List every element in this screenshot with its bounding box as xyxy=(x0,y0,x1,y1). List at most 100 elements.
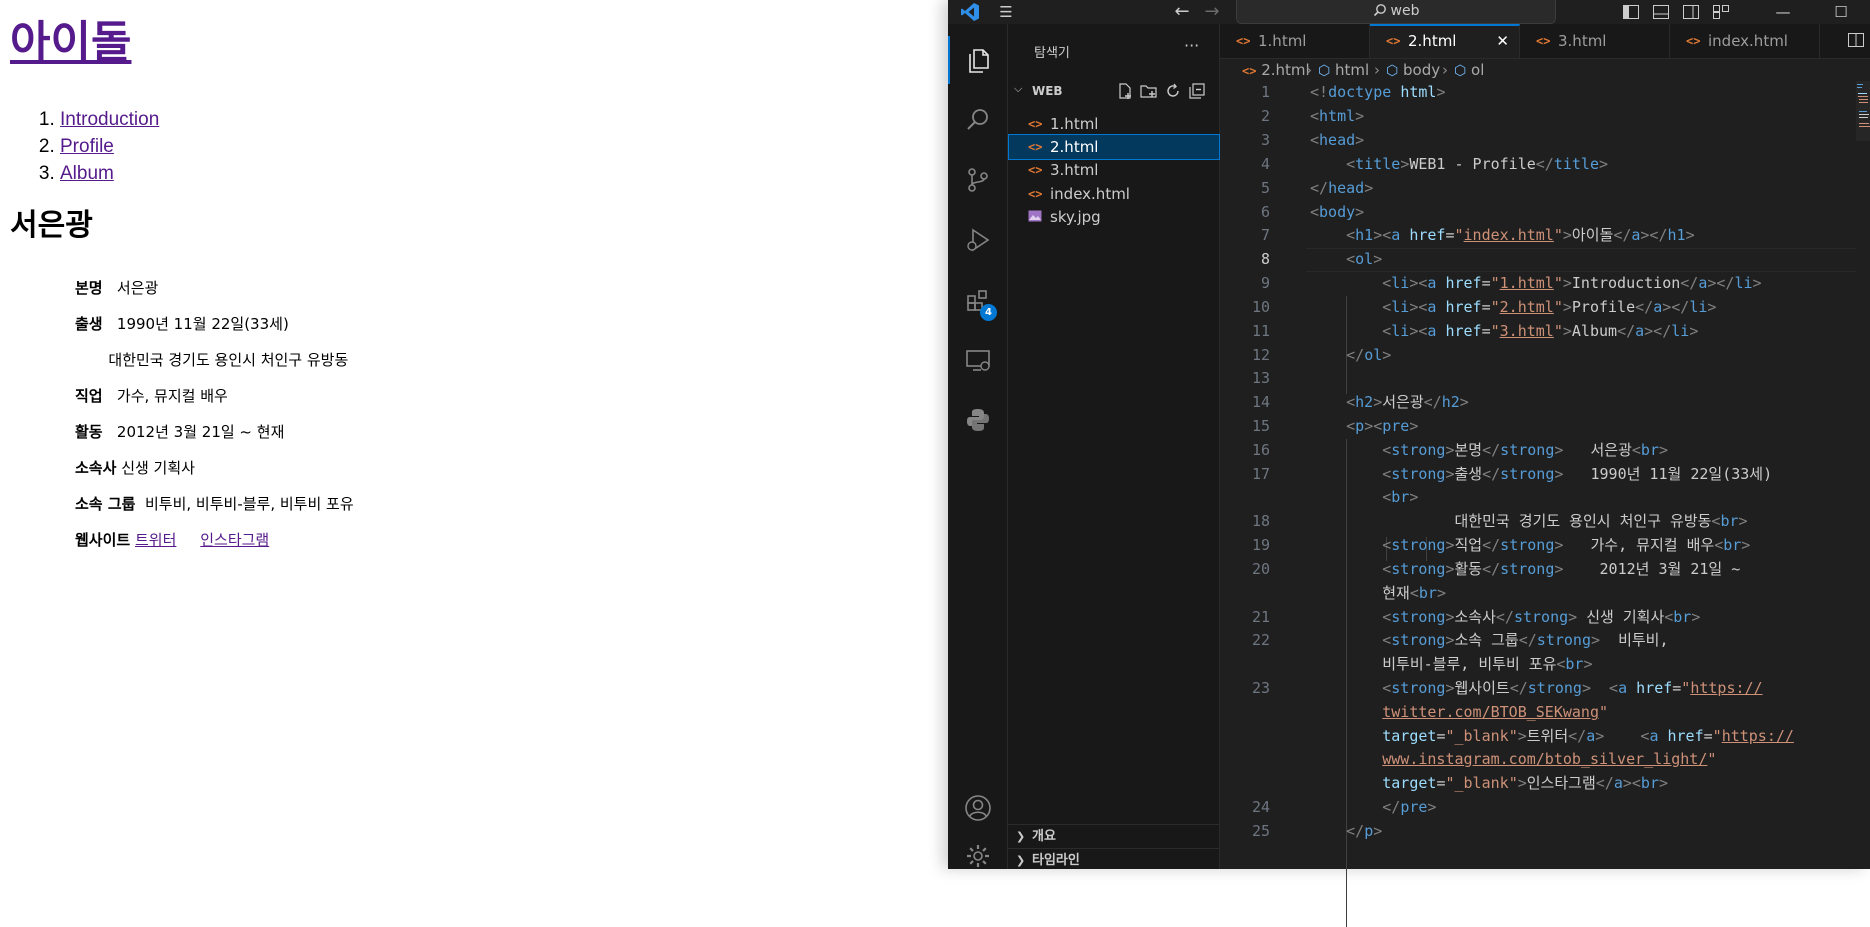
html-file-icon: <> xyxy=(1536,34,1551,48)
extensions-activity[interactable]: 4 xyxy=(948,276,1008,324)
customize-layout-icon[interactable] xyxy=(1710,0,1732,24)
code-text: 트위터 xyxy=(1526,727,1569,745)
code-link[interactable]: 2.html xyxy=(1500,298,1554,316)
minimize-icon[interactable]: — xyxy=(1768,0,1798,24)
editor-area: <> 1.html <> 2.html ✕ <> 3.html <> index.html… xyxy=(1220,24,1870,927)
split-editor-icon[interactable] xyxy=(1848,32,1864,52)
accounts-activity[interactable] xyxy=(948,784,1008,832)
nav-link-introduction[interactable]: Introduction xyxy=(60,109,159,130)
breadcrumb-body[interactable]: ⬡ body xyxy=(1386,59,1440,82)
image-file-icon xyxy=(1028,204,1042,230)
instagram-link[interactable]: 인스타그램 xyxy=(200,531,269,549)
tab-label: 3.html xyxy=(1558,32,1607,50)
new-folder-icon[interactable] xyxy=(1140,82,1158,100)
profile-row-birth: 출생 1990년 11월 22일(33세) xyxy=(75,306,354,342)
explorer-activity[interactable] xyxy=(948,36,1008,84)
chevron-right-icon: › xyxy=(1442,61,1448,79)
code-line: 현재<br> xyxy=(1382,584,1446,602)
line-number: 22 xyxy=(1251,631,1270,649)
heading-link[interactable]: 아이돌 xyxy=(10,17,131,68)
forward-arrow-icon[interactable]: → xyxy=(1200,0,1224,24)
code-link[interactable]: 3.html xyxy=(1500,322,1554,340)
code-link[interactable]: 1.html xyxy=(1500,274,1554,292)
tab-2-html[interactable]: <> 2.html ✕ xyxy=(1370,24,1520,58)
birth-value: 1990년 11월 22일(33세) xyxy=(116,315,289,333)
code-line: <strong>소속사</strong> 신생 기획사<br> xyxy=(1382,608,1701,626)
line-number: 25 xyxy=(1251,822,1270,840)
nav-link-profile[interactable]: Profile xyxy=(60,136,114,157)
group-label: 소속 그룹 xyxy=(75,495,136,513)
tab-3-html[interactable]: <> 3.html xyxy=(1520,24,1670,58)
toggle-primary-sidebar-icon[interactable] xyxy=(1620,0,1642,24)
back-arrow-icon[interactable]: ← xyxy=(1170,0,1194,24)
breadcrumb-html[interactable]: ⬡ html xyxy=(1318,59,1369,82)
maximize-icon[interactable]: ☐ xyxy=(1826,0,1856,24)
nav-item: Album xyxy=(60,160,159,187)
code-text: _blank xyxy=(1454,774,1509,792)
minimap[interactable] xyxy=(1856,81,1870,141)
breadcrumb-label: html xyxy=(1335,61,1370,79)
menu-icon[interactable]: ☰ xyxy=(992,0,1020,24)
profile-row-agency: 소속사 신생 기획사 xyxy=(75,450,354,486)
file-item-3-html[interactable]: <> 3.html xyxy=(1008,157,1220,183)
folder-row[interactable]: ⌵ WEB xyxy=(1008,80,1220,102)
outline-panel[interactable]: ❯ 개요 xyxy=(1008,824,1220,848)
birth-label: 출생 xyxy=(75,315,103,333)
browser-page: 아이돌 Introduction Profile Album 서은광 본명 서은… xyxy=(0,0,950,869)
line-number: 3 xyxy=(1260,131,1270,149)
remote-explorer-activity[interactable] xyxy=(948,336,1008,384)
nav-link-album[interactable]: Album xyxy=(60,163,114,184)
search-activity[interactable] xyxy=(948,96,1008,144)
code-text: 아이돌 xyxy=(1571,226,1614,244)
code-text: _blank xyxy=(1454,727,1509,745)
breadcrumb-ol[interactable]: ⬡ ol xyxy=(1454,59,1484,82)
chevron-right-icon: ❯ xyxy=(1016,854,1026,867)
code-text: 소속 그룹 xyxy=(1454,631,1519,649)
breadcrumb-label: 2.html xyxy=(1261,61,1310,79)
tab-index-html[interactable]: <> index.html xyxy=(1670,24,1820,58)
twitter-link[interactable]: 트위터 xyxy=(135,531,176,549)
toggle-secondary-sidebar-icon[interactable] xyxy=(1680,0,1702,24)
code-link[interactable]: https:// xyxy=(1690,679,1762,697)
code-link[interactable]: twitter.com/BTOB_SEKwang xyxy=(1382,703,1599,721)
code-link[interactable]: www.instagram.com/btob_silver_light/ xyxy=(1382,750,1707,768)
collapse-all-icon[interactable] xyxy=(1188,82,1206,100)
toggle-panel-icon[interactable] xyxy=(1650,0,1672,24)
python-activity[interactable] xyxy=(948,396,1008,444)
folder-name: WEB xyxy=(1032,84,1063,98)
run-debug-activity[interactable] xyxy=(948,216,1008,264)
search-icon xyxy=(1373,4,1386,17)
manage-activity[interactable] xyxy=(948,832,1008,880)
refresh-icon[interactable] xyxy=(1164,82,1182,100)
timeline-panel[interactable]: ❯ 타임라인 xyxy=(1008,848,1220,872)
page-heading: 아이돌 xyxy=(10,17,131,69)
name-value: 서은광 xyxy=(116,279,159,297)
more-actions-icon[interactable]: ··· xyxy=(1184,36,1199,55)
search-icon xyxy=(967,109,988,130)
html-file-icon: <> xyxy=(1686,34,1701,48)
line-number: 24 xyxy=(1251,798,1270,816)
code-link[interactable]: index.html xyxy=(1464,226,1554,244)
tab-1-html[interactable]: <> 1.html xyxy=(1220,24,1370,58)
profile-row-activity: 활동 2012년 3월 21일 ~ 현재 xyxy=(75,414,354,450)
breadcrumb-file[interactable]: <> 2.html xyxy=(1242,59,1310,82)
line-number: 9 xyxy=(1260,274,1270,292)
activity-bar: 4 xyxy=(948,24,1008,869)
code-link[interactable]: https:// xyxy=(1722,727,1794,745)
source-control-activity[interactable] xyxy=(948,156,1008,204)
search-text: web xyxy=(1390,3,1420,19)
command-center-search[interactable]: web xyxy=(1236,0,1556,24)
code-text: 활동 xyxy=(1454,560,1483,578)
breadcrumb-label: ol xyxy=(1471,61,1485,79)
vscode-logo-icon xyxy=(958,0,982,24)
code-text: 직업 xyxy=(1454,536,1483,554)
file-item-sky-jpg[interactable]: sky.jpg xyxy=(1008,204,1220,230)
close-icon[interactable]: ✕ xyxy=(1496,26,1509,57)
agency-label: 소속사 xyxy=(75,459,117,477)
code-editor[interactable]: 1 2 3 4 5 6 7 8 9 10 11 12 13 14 15 16 1… xyxy=(1220,81,1870,927)
line-number: 5 xyxy=(1260,179,1270,197)
extensions-badge: 4 xyxy=(980,304,997,321)
html-file-icon: <> xyxy=(1236,34,1251,48)
new-file-icon[interactable] xyxy=(1116,82,1134,100)
line-number: 1 xyxy=(1260,83,1270,101)
